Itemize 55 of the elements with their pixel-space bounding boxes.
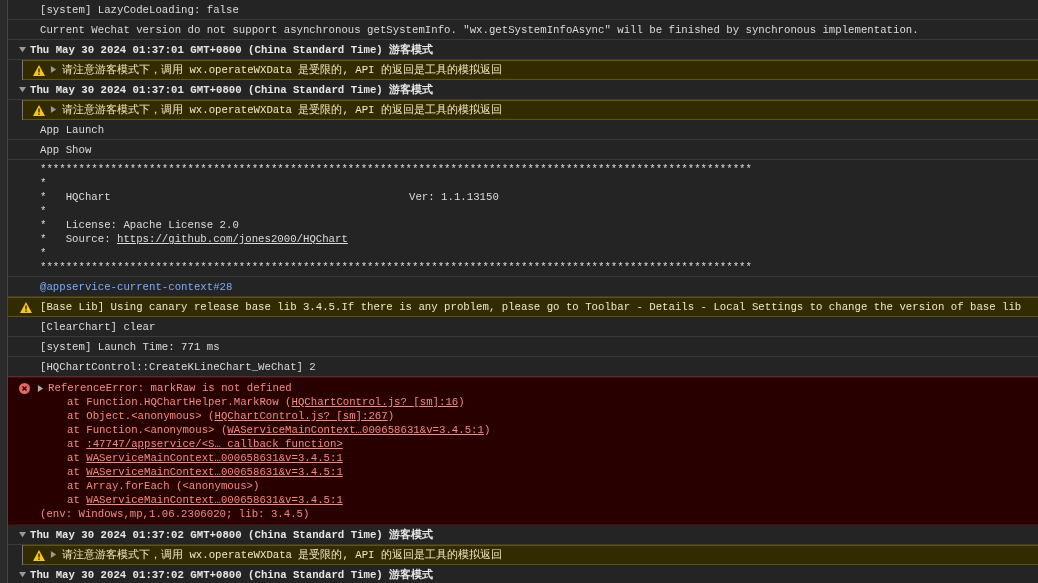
expand-arrow-icon[interactable] [50,551,57,558]
log-message: App Show [8,140,1038,160]
banner-line: *************************************************************************************************************** [40,162,752,176]
warning-message: 请注意游客模式下，调用 wx.operateWXData 是受限的, API 的返回是工具的模拟返回 [62,63,502,77]
warning-message: 请注意游客模式下，调用 wx.operateWXData 是受限的, API 的返回是工具的模拟返回 [62,548,502,562]
group-title: Thu May 30 2024 01:37:02 GMT+0800 (China Standard Time) 游客模式 [30,567,434,582]
log-message: [system] Launch Time: 771 ms [8,337,1038,357]
banner-line: * [40,246,47,260]
stack-frame: at Array.forEach (<anonymous>) [19,479,1038,493]
stack-link[interactable]: HQChartControl.js? [sm]:267 [214,410,388,422]
expand-arrow-icon[interactable] [37,384,44,392]
banner-line: * Source: [40,232,112,246]
log-message: [system] LazyCodeLoading: false [8,0,1038,20]
error-icon [19,382,30,394]
stack-frame: at WAServiceMainContext…000658631&v=3.4.5:1 [19,451,1038,465]
stack-frame: at WAServiceMainContext…000658631&v=3.4.5:1 [19,493,1038,507]
banner-line: * License: Apache License 2.0 [40,218,239,232]
env-info: (env: Windows,mp,1.06.2306020; lib: 3.4.5) [39,507,311,521]
source-link[interactable]: https://github.com/jones2000/HQChart [116,232,348,246]
stack-link[interactable]: :47747/appservice/<S… callback function> [86,438,343,450]
warning-icon [33,104,45,116]
stack-frame: at Object.<anonymous> (HQChartControl.js? [sm]:267) [19,409,1038,423]
stack-frame: at Function.<anonymous> (WAServiceMainContext…000658631&v=3.4.5:1) [19,423,1038,437]
stack-link[interactable]: HQChartControl.js? [sm]:16 [291,396,459,408]
banner-line: * HQChart [40,190,112,204]
error-message: ReferenceError: markRaw is not defined [48,382,292,394]
stack-frame: at WAServiceMainContext…000658631&v=3.4.5:1 [19,465,1038,479]
warning-icon [33,64,45,76]
log-message: [ClearChart] clear [8,317,1038,337]
group-title: Thu May 30 2024 01:37:02 GMT+0800 (China Standard Time) 游客模式 [30,527,434,542]
version-label: Ver: 1.1.13150 [409,190,499,204]
group-title: Thu May 30 2024 01:37:01 GMT+0800 (China Standard Time) 游客模式 [30,82,434,97]
stack-link[interactable]: WAServiceMainContext…000658631&v=3.4.5:1 [86,452,343,464]
stack-link[interactable]: WAServiceMainContext…000658631&v=3.4.5:1 [86,466,343,478]
warning-icon [20,301,32,313]
collapse-arrow-icon[interactable] [19,46,26,53]
banner-line: *************************************************************************************************************** [40,260,752,274]
banner-line: * [40,176,47,190]
warning-message: [Base Lib] Using canary release base lib 3.4.5.If there is any problem, please go to Toolbar - Details - Local Settings to change the version of base lib [40,301,1022,313]
stack-link[interactable]: WAServiceMainContext…000658631&v=3.4.5:1 [227,424,484,436]
group-title: Thu May 30 2024 01:37:01 GMT+0800 (China Standard Time) 游客模式 [30,42,434,57]
log-message: App Launch [8,120,1038,140]
banner-line: * [40,204,47,218]
warning-icon [33,549,45,561]
collapse-arrow-icon[interactable] [19,531,26,538]
expand-arrow-icon[interactable] [50,106,57,113]
stack-link[interactable]: WAServiceMainContext…000658631&v=3.4.5:1 [86,494,343,506]
warning-message: 请注意游客模式下，调用 wx.operateWXData 是受限的, API 的返回是工具的模拟返回 [62,103,502,117]
collapse-arrow-icon[interactable] [19,571,26,578]
stack-frame: at :47747/appservice/<S… callback function> [19,437,1038,451]
group-header[interactable]: Thu May 30 2024 01:37:02 GMT+0800 (China Standard Time) 游客模式 [8,565,1038,583]
collapse-arrow-icon[interactable] [19,86,26,93]
log-message: Current Wechat version do not support asynchronous getSystemInfo. "wx.getSystemInfoAsync" will be finished by synchronous implementation. [8,20,1038,40]
stack-frame: at Function.HQChartHelper.MarkRow (HQChartControl.js? [sm]:16) [19,395,1038,409]
expand-arrow-icon[interactable] [50,66,57,73]
